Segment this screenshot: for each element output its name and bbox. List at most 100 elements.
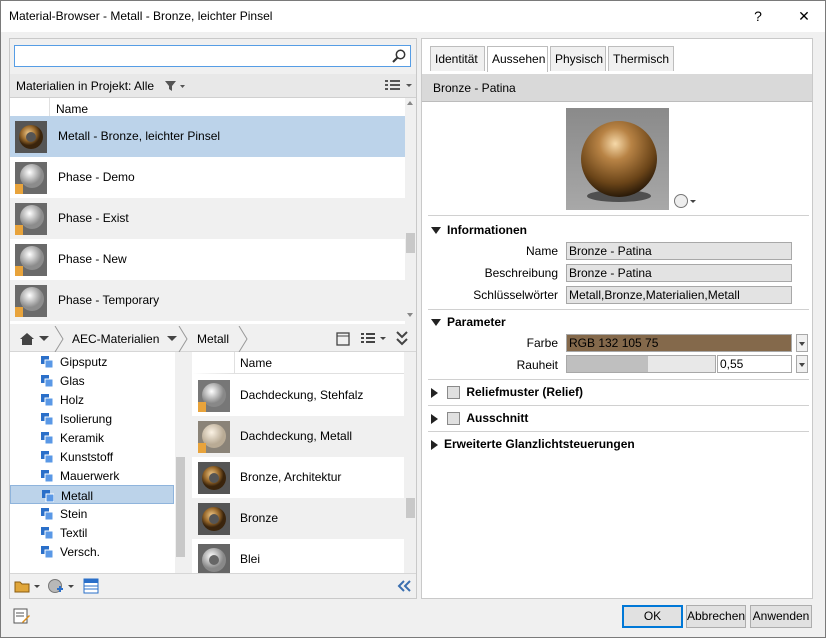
description-field[interactable]: Bronze - Patina (566, 264, 792, 282)
scroll-thumb[interactable] (406, 498, 415, 518)
window-title: Material-Browser - Metall - Bronze, leic… (9, 9, 273, 23)
scroll-up-arrow-icon[interactable] (407, 101, 413, 105)
collapse-left-icon[interactable] (396, 580, 412, 592)
roughness-label: Rauheit (516, 358, 558, 372)
keywords-field[interactable]: Metall,Bronze,Materialien,Metall (566, 286, 792, 304)
search-icon[interactable] (391, 48, 407, 64)
gray-sphere-thumbnail (15, 244, 47, 276)
help-button[interactable]: ? (735, 1, 781, 32)
panel-toggle-icon[interactable] (336, 332, 350, 346)
library-list-row[interactable]: Dachdeckung, Stehfalz (192, 375, 404, 416)
project-list-name-column[interactable]: Name (56, 102, 88, 116)
category-item-keramik[interactable]: Keramik (10, 428, 174, 447)
category-label: Isolierung (60, 412, 113, 426)
category-item-stein[interactable]: Stein (10, 504, 174, 523)
name-label: Name (525, 244, 558, 258)
category-item-textil[interactable]: Textil (10, 523, 174, 542)
create-material-icon[interactable] (47, 577, 77, 595)
color-label: Farbe (526, 336, 558, 350)
category-scrollbar[interactable] (175, 352, 186, 573)
library-scrollbar[interactable] (405, 352, 416, 573)
tab-label: Identität (435, 52, 478, 66)
project-list-scrollbar[interactable] (405, 98, 416, 324)
bronze-torus-thumbnail (198, 503, 230, 535)
name-field[interactable]: Bronze - Patina (566, 242, 792, 260)
category-item-gipsputz[interactable]: Gipsputz (10, 352, 174, 371)
silver-sphere-thumbnail (198, 380, 230, 412)
category-label: Textil (60, 526, 88, 540)
description-label: Beschreibung (484, 266, 558, 280)
folder-stack-icon (41, 375, 53, 387)
keywords-label: Schlüsselwörter (473, 288, 558, 302)
project-list-row[interactable]: Phase - New (10, 239, 405, 280)
library-list-name-column[interactable]: Name (240, 356, 272, 370)
section-ausschnitt[interactable]: Ausschnitt (431, 411, 529, 426)
color-options-button[interactable] (796, 334, 808, 352)
project-list-row[interactable]: Phase - Demo (10, 157, 405, 198)
chevron-down-icon[interactable] (39, 336, 49, 342)
section-divider (428, 405, 809, 406)
library-list-row[interactable]: Blei (192, 539, 404, 573)
library-list-row[interactable]: Bronze (192, 498, 404, 539)
category-item-holz[interactable]: Holz (10, 390, 174, 409)
category-item-kunststoff[interactable]: Kunststoff (10, 447, 174, 466)
category-label: Mauerwerk (60, 469, 120, 483)
project-list-row[interactable]: Metall - Bronze, leichter Pinsel (10, 116, 405, 157)
category-item-mauerwerk[interactable]: Mauerwerk (10, 466, 174, 485)
color-swatch[interactable]: RGB 132 105 75 (566, 334, 792, 352)
section-title: Erweiterte Glanzlichtsteuerungen (444, 437, 635, 451)
relief-checkbox[interactable] (447, 386, 461, 400)
asset-header: Bronze - Patina (422, 74, 812, 102)
folder-stack-icon (41, 394, 53, 406)
roughness-value-field[interactable]: 0,55 (717, 355, 792, 373)
breadcrumb-category[interactable]: Metall (197, 332, 229, 346)
cutout-checkbox[interactable] (447, 412, 461, 426)
project-list-row[interactable]: Phase - Exist (10, 198, 405, 239)
tab-physisch[interactable]: Physisch (550, 46, 606, 71)
chevron-down-icon[interactable] (167, 336, 177, 342)
project-filter-label: Materialien in Projekt: Alle (16, 79, 155, 93)
roughness-slider[interactable] (566, 355, 716, 373)
library-material-label: Bronze, Architektur (240, 470, 342, 484)
library-list-row[interactable]: Dachdeckung, Metall (192, 416, 404, 457)
preview-options-icon[interactable] (673, 193, 699, 209)
project-list-row[interactable]: Phase - Temporary (10, 280, 405, 321)
material-editor-icon[interactable] (83, 578, 99, 594)
close-button[interactable]: ✕ (781, 1, 825, 32)
ok-button[interactable]: OK (622, 605, 683, 628)
tab-thermisch[interactable]: Thermisch (608, 46, 674, 71)
section-parameter[interactable]: Parameter (431, 315, 506, 329)
tab-identitaet[interactable]: Identität (430, 46, 485, 71)
asset-name: Bronze - Patina (433, 81, 516, 95)
category-item-versch[interactable]: Versch. (10, 542, 174, 561)
scroll-thumb[interactable] (406, 233, 415, 253)
breadcrumb-library[interactable]: AEC-Materialien (72, 332, 159, 346)
expand-icon (431, 227, 441, 235)
folder-stack-icon (41, 413, 53, 425)
library-list-row[interactable]: Bronze, Architektur (192, 457, 404, 498)
section-glanzlicht[interactable]: Erweiterte Glanzlichtsteuerungen (431, 437, 635, 451)
cancel-button[interactable]: Abbrechen (686, 605, 746, 628)
project-material-label: Phase - New (58, 252, 127, 266)
apply-button[interactable]: Anwenden (750, 605, 812, 628)
category-label: Versch. (60, 545, 101, 559)
library-folder-icon[interactable] (14, 578, 42, 594)
scroll-thumb[interactable] (176, 457, 185, 557)
expand-down-icon[interactable] (396, 331, 408, 347)
folder-stack-icon (41, 356, 53, 368)
tab-aussehen[interactable]: Aussehen (487, 46, 548, 72)
edit-material-icon[interactable] (13, 607, 31, 625)
filter-icon[interactable] (164, 80, 186, 92)
list-view-icon[interactable] (384, 79, 414, 93)
section-relief[interactable]: Reliefmuster (Relief) (431, 385, 583, 400)
search-input[interactable] (14, 45, 411, 67)
section-informationen[interactable]: Informationen (431, 223, 527, 237)
list-view-icon[interactable] (360, 332, 388, 346)
roughness-options-button[interactable] (796, 355, 808, 373)
home-icon[interactable] (19, 332, 35, 346)
category-item-metall[interactable]: Metall (10, 485, 174, 504)
scroll-down-arrow-icon[interactable] (407, 313, 413, 317)
category-item-isolierung[interactable]: Isolierung (10, 409, 174, 428)
category-item-glas[interactable]: Glas (10, 371, 174, 390)
section-title: Ausschnitt (466, 411, 529, 425)
